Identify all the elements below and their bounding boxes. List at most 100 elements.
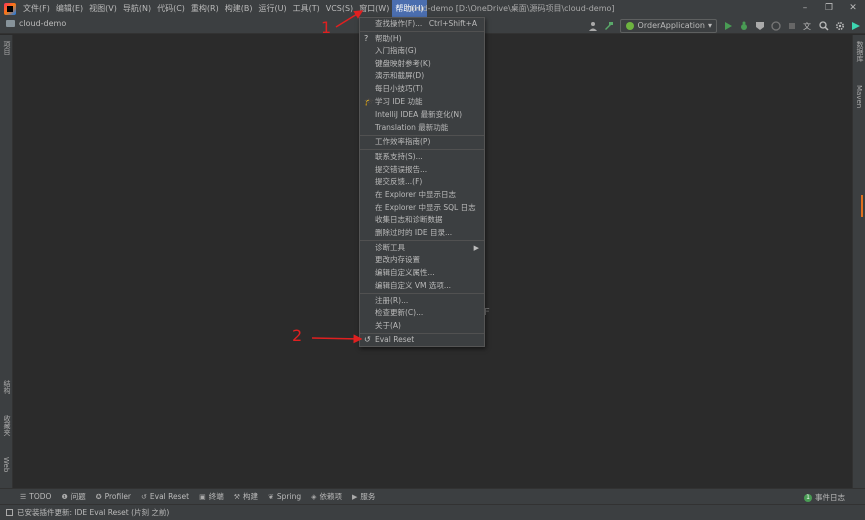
menu-item-translation[interactable]: Translation 最新功能 <box>360 122 484 134</box>
search-icon[interactable] <box>819 20 829 31</box>
breadcrumb[interactable]: cloud-demo <box>6 19 66 28</box>
bottom-tool-tabs: ☰ TODO ❶ 问题 ✪ Profiler ↺ Eval Reset ▣ 终端 ⚒ 构建 … <box>0 488 865 504</box>
menu-item-about[interactable]: 关于(A) <box>360 320 484 332</box>
status-toggle-icon[interactable] <box>6 509 13 516</box>
menu-item-find-action[interactable]: 查找操作(F)... Ctrl+Shift+A <box>360 18 484 30</box>
maven-tool-tab[interactable]: Maven <box>855 85 863 108</box>
annotation-step-1: 1 <box>321 18 332 37</box>
menu-separator <box>360 293 484 294</box>
window-title: cloud-demo [D:\OneDrive\桌面\源码项目\cloud-de… <box>406 4 615 13</box>
menu-item-register[interactable]: 注册(R)... <box>360 295 484 307</box>
menu-item-submit-bug[interactable]: 提交错误报告... <box>360 164 484 176</box>
terminal-icon: ▣ <box>199 492 206 501</box>
debug-icon[interactable] <box>739 21 749 31</box>
menu-item-change-memory[interactable]: 更改内存设置 <box>360 254 484 266</box>
tab-dependencies[interactable]: ◈ 依赖项 <box>311 491 342 502</box>
intellij-logo-icon <box>4 2 16 15</box>
tab-build[interactable]: ⚒ 构建 <box>234 491 258 502</box>
run-config-label: OrderApplication <box>637 21 705 30</box>
svg-text:文: 文 <box>803 21 811 31</box>
profiler-icon: ✪ <box>95 492 102 501</box>
menu-run[interactable]: 运行(U) <box>255 0 289 17</box>
menu-item-diagnostic-tools[interactable]: 诊断工具 ▶ <box>360 242 484 254</box>
close-button[interactable]: ✕ <box>841 0 865 17</box>
menu-edit[interactable]: 编辑(E) <box>53 0 86 17</box>
tab-todo[interactable]: ☰ TODO <box>20 492 51 501</box>
tab-services[interactable]: ▶ 服务 <box>352 491 375 502</box>
menu-item-collect-logs[interactable]: 收集日志和诊断数据 <box>360 214 484 226</box>
profile-icon[interactable] <box>771 20 781 31</box>
menu-view[interactable]: 视图(V) <box>86 0 120 17</box>
menu-tools[interactable]: 工具(T) <box>290 0 323 17</box>
menu-vcs[interactable]: VCS(S) <box>323 0 356 17</box>
tab-spring[interactable]: ❦ Spring <box>268 492 301 501</box>
submenu-arrow-icon: ▶ <box>473 244 479 252</box>
stop-icon[interactable] <box>787 21 797 31</box>
menu-item-productivity[interactable]: 工作效率指南(P) <box>360 136 484 148</box>
chevron-down-icon: ▾ <box>707 21 712 30</box>
build-icon: ⚒ <box>233 492 240 501</box>
menu-item-help[interactable]: ? 帮助(H) <box>360 33 484 45</box>
help-menu-dropdown: 查找操作(F)... Ctrl+Shift+A ? 帮助(H) 入门指南(G) 键盘… <box>359 17 485 347</box>
spring-app-icon <box>625 21 634 30</box>
annotation-step-2: 2 <box>292 326 303 345</box>
menu-item-keymap[interactable]: 键盘映射参考(K) <box>360 58 484 70</box>
menu-item-show-log[interactable]: 在 Explorer 中显示日志 <box>360 189 484 201</box>
undo-icon: ↺ <box>141 492 147 501</box>
run-icon[interactable] <box>723 21 733 31</box>
tab-profiler[interactable]: ✪ Profiler <box>96 492 131 501</box>
status-message[interactable]: 已安装插件更新: IDE Eval Reset (片刻 之前) <box>17 507 169 518</box>
menu-item-tips[interactable]: 每日小技巧(T) <box>360 83 484 95</box>
restore-button[interactable]: ❐ <box>817 0 841 17</box>
menu-item-contact-support[interactable]: 联系支持(S)... <box>360 151 484 163</box>
menu-window[interactable]: 窗口(W) <box>356 0 392 17</box>
undo-icon: ↺ <box>364 335 371 344</box>
translate-icon[interactable]: 文 <box>803 21 813 31</box>
project-tool-tab[interactable]: 项目 <box>2 41 12 55</box>
menu-item-edit-vm-options[interactable]: 编辑自定义 VM 选项... <box>360 280 484 292</box>
graduation-cap-icon: 🎓 <box>364 97 374 106</box>
window-controls: – ❐ ✕ <box>793 0 865 17</box>
toolbox-icon[interactable] <box>851 21 861 31</box>
menu-item-show-sql-log[interactable]: 在 Explorer 中显示 SQL 日志 <box>360 202 484 214</box>
menu-refactor[interactable]: 重构(R) <box>188 0 222 17</box>
menu-item-submit-feedback[interactable]: 提交反馈...(F) <box>360 176 484 188</box>
database-tool-tab[interactable]: 数据库 <box>855 41 865 62</box>
tab-eval-reset[interactable]: ↺ Eval Reset <box>141 492 189 501</box>
menu-code[interactable]: 代码(C) <box>154 0 188 17</box>
menu-item-demos[interactable]: 演示和截屏(D) <box>360 70 484 82</box>
scroll-marker <box>861 195 863 217</box>
menu-item-getting-started[interactable]: 入门指南(G) <box>360 45 484 57</box>
structure-tool-tab[interactable]: 结构 <box>2 380 12 394</box>
run-config-selector[interactable]: OrderApplication ▾ <box>619 18 717 33</box>
menu-item-whats-new[interactable]: IntelliJ IDEA 最新变化(N) <box>360 109 484 121</box>
menu-item-check-updates[interactable]: 检查更新(C)... <box>360 307 484 319</box>
menu-item-learn-ide[interactable]: 🎓 学习 IDE 功能 <box>360 96 484 108</box>
toolbar-actions: OrderApplication ▾ 文 <box>588 18 861 33</box>
info-icon: ❶ <box>61 492 68 501</box>
menu-separator <box>360 31 484 32</box>
list-icon: ☰ <box>20 492 27 501</box>
user-icon[interactable] <box>588 21 598 31</box>
folder-icon <box>6 20 15 27</box>
hammer-icon[interactable] <box>604 21 614 31</box>
favorites-tool-tab[interactable]: 收藏夹 <box>2 415 12 436</box>
spring-leaf-icon: ❦ <box>268 492 274 501</box>
package-icon: ◈ <box>311 492 317 501</box>
tab-event-log[interactable]: 1 事件日志 <box>804 492 845 503</box>
menu-item-delete-old-ide[interactable]: 删除过时的 IDE 目录... <box>360 227 484 239</box>
menu-navigate[interactable]: 导航(N) <box>120 0 154 17</box>
play-circle-icon: ▶ <box>351 492 358 501</box>
tab-terminal[interactable]: ▣ 终端 <box>199 491 224 502</box>
gear-icon[interactable] <box>835 21 845 31</box>
question-icon: ? <box>364 34 369 43</box>
menu-build[interactable]: 构建(B) <box>222 0 256 17</box>
tab-problems[interactable]: ❶ 问题 <box>61 491 85 502</box>
menu-item-eval-reset[interactable]: ↺ Eval Reset <box>360 334 484 346</box>
status-bar: 已安装插件更新: IDE Eval Reset (片刻 之前) <box>0 504 865 520</box>
menu-item-edit-properties[interactable]: 编辑自定义属性... <box>360 267 484 279</box>
web-tool-tab[interactable]: Web <box>2 457 10 472</box>
minimize-button[interactable]: – <box>793 0 817 17</box>
coverage-icon[interactable] <box>755 21 765 31</box>
menu-file[interactable]: 文件(F) <box>20 0 53 17</box>
